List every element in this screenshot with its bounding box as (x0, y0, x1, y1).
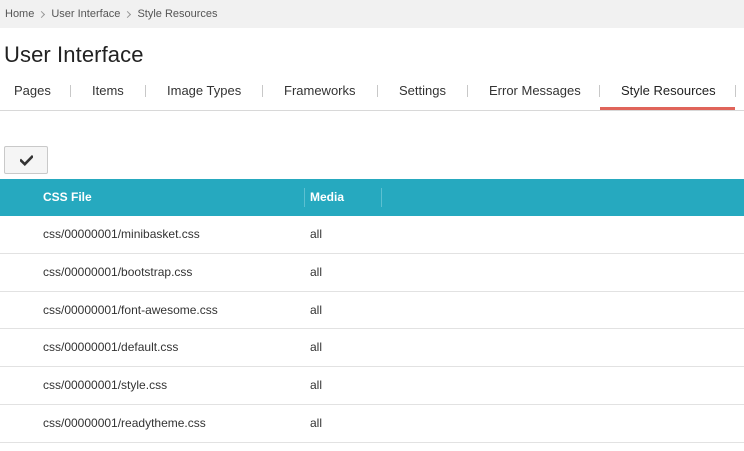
tab-error-messages[interactable]: Error Messages (489, 76, 581, 110)
media-cell: all (310, 378, 323, 393)
media-cell: all (310, 227, 323, 241)
tab-items[interactable]: Items (92, 76, 124, 110)
tab-style-resources[interactable]: Style Resources (621, 76, 716, 110)
breadcrumb-style-resources: Style Resources (137, 8, 218, 20)
table-body: css/00000001/minibasket.css all css/0000… (0, 216, 744, 443)
css-file-cell: css/00000001/readytheme.css (43, 415, 206, 430)
tab-divider (262, 85, 263, 97)
table-row[interactable]: css/00000001/bootstrap.css all (0, 254, 744, 292)
tab-divider (70, 85, 71, 97)
css-file-cell: css/00000001/minibasket.css (43, 227, 200, 241)
css-file-cell: css/00000001/font-awesome.css (43, 302, 218, 317)
table-row[interactable]: css/00000001/font-awesome.css all (0, 292, 744, 330)
column-header-css-file[interactable]: CSS File (43, 179, 92, 216)
media-cell: all (310, 264, 323, 279)
tab-divider (599, 85, 600, 97)
table-row[interactable]: css/00000001/readytheme.css all (0, 405, 744, 443)
table-row[interactable]: css/00000001/default.css all (0, 329, 744, 368)
css-file-cell: css/00000001/style.css (43, 378, 168, 393)
css-file-cell: css/00000001/bootstrap.css (43, 264, 193, 279)
table-row[interactable]: css/00000001/style.css all (0, 367, 744, 405)
breadcrumb-user-interface[interactable]: User Interface (51, 8, 120, 20)
column-divider (381, 188, 382, 207)
tab-bar: Pages Items Image Types Frameworks Setti… (0, 76, 744, 111)
media-cell: all (310, 302, 323, 317)
media-cell: all (310, 340, 323, 355)
tab-frameworks[interactable]: Frameworks (284, 76, 356, 110)
tab-pages[interactable]: Pages (14, 76, 51, 110)
tab-settings[interactable]: Settings (399, 76, 446, 110)
media-cell: all (310, 415, 323, 430)
column-header-media[interactable]: Media (310, 179, 344, 216)
breadcrumb: Home User Interface Style Resources (0, 0, 744, 28)
tab-divider (467, 85, 468, 97)
save-button[interactable] (4, 146, 48, 174)
tab-divider (735, 85, 736, 97)
tab-image-types[interactable]: Image Types (167, 76, 241, 110)
chevron-right-icon (124, 10, 132, 18)
checkmark-icon (19, 154, 33, 166)
page-title: User Interface (4, 42, 144, 67)
table-row[interactable]: css/00000001/minibasket.css all (0, 216, 744, 254)
css-file-cell: css/00000001/default.css (43, 340, 179, 355)
tab-divider (145, 85, 146, 97)
breadcrumb-home[interactable]: Home (5, 8, 34, 20)
active-tab-indicator (600, 107, 735, 110)
table-header: CSS File Media (0, 179, 744, 216)
tab-divider (377, 85, 378, 97)
column-divider (304, 188, 305, 207)
chevron-right-icon (38, 10, 46, 18)
